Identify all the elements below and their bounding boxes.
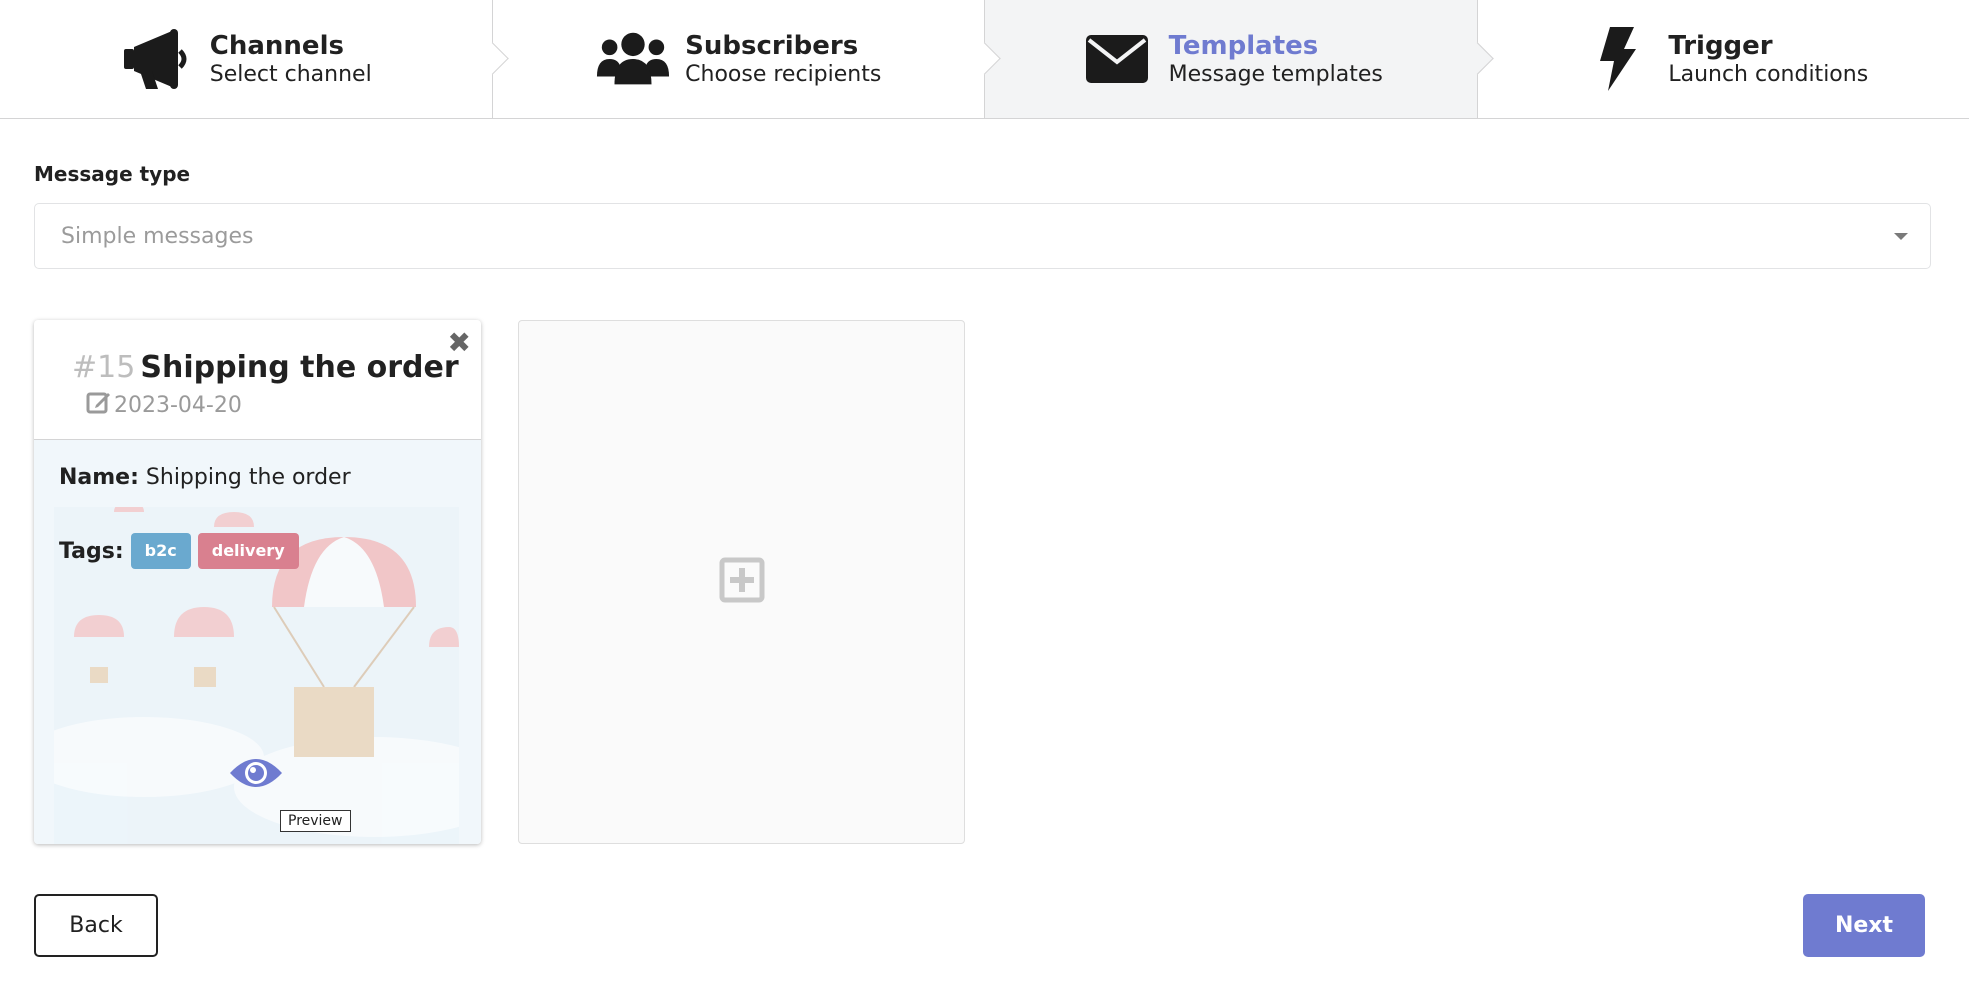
plus-square-icon xyxy=(719,557,765,607)
caret-down-icon xyxy=(1894,233,1908,240)
steps-bar: Channels Select channel Subscribers Choo… xyxy=(0,0,1969,119)
tag-delivery: delivery xyxy=(197,533,299,569)
step-description: Select channel xyxy=(209,61,372,87)
users-icon xyxy=(595,27,671,91)
edit-icon xyxy=(86,389,112,421)
step-title: Templates xyxy=(1168,30,1319,61)
template-number: #15 xyxy=(72,350,136,385)
message-type-value: Simple messages xyxy=(61,223,254,249)
eye-icon[interactable] xyxy=(228,755,284,795)
add-template-card[interactable] xyxy=(518,320,965,844)
step-subscribers[interactable]: Subscribers Choose recipients xyxy=(492,0,1001,118)
message-type-label: Message type xyxy=(34,162,191,186)
template-card-header: #15 Shipping the order 2023-04-20 xyxy=(34,320,481,440)
next-button[interactable]: Next xyxy=(1803,894,1925,957)
template-card[interactable]: ✖ #15 Shipping the order 2023-04-20 Name… xyxy=(34,320,481,844)
template-title: Shipping the order xyxy=(140,350,459,385)
template-tags-row: Tags: b2c delivery xyxy=(59,533,299,569)
close-icon[interactable]: ✖ xyxy=(448,326,471,359)
tag-b2c: b2c xyxy=(130,533,191,569)
preview-tooltip: Preview xyxy=(280,810,351,832)
tags-label: Tags: xyxy=(59,538,124,564)
step-title: Subscribers xyxy=(685,30,859,61)
template-name-row: Name: Shipping the order xyxy=(59,465,351,490)
back-button[interactable]: Back xyxy=(34,894,158,957)
step-channels[interactable]: Channels Select channel xyxy=(0,0,509,118)
step-description: Message templates xyxy=(1168,61,1383,87)
step-title: Trigger xyxy=(1668,30,1773,61)
template-preview-area: Name: Shipping the order Tags: b2c deliv… xyxy=(34,440,481,844)
name-label: Name: xyxy=(59,465,139,490)
bolt-icon xyxy=(1578,27,1654,91)
megaphone-icon xyxy=(120,27,196,91)
step-description: Launch conditions xyxy=(1668,61,1869,87)
step-description: Choose recipients xyxy=(685,61,882,87)
step-trigger[interactable]: Trigger Launch conditions xyxy=(1477,0,1969,118)
message-type-select[interactable]: Simple messages xyxy=(34,203,1931,269)
step-title: Channels xyxy=(209,30,344,61)
envelope-icon xyxy=(1079,27,1155,91)
name-value: Shipping the order xyxy=(145,465,351,490)
template-date: 2023-04-20 xyxy=(114,392,242,418)
step-templates[interactable]: Templates Message templates xyxy=(985,0,1494,118)
